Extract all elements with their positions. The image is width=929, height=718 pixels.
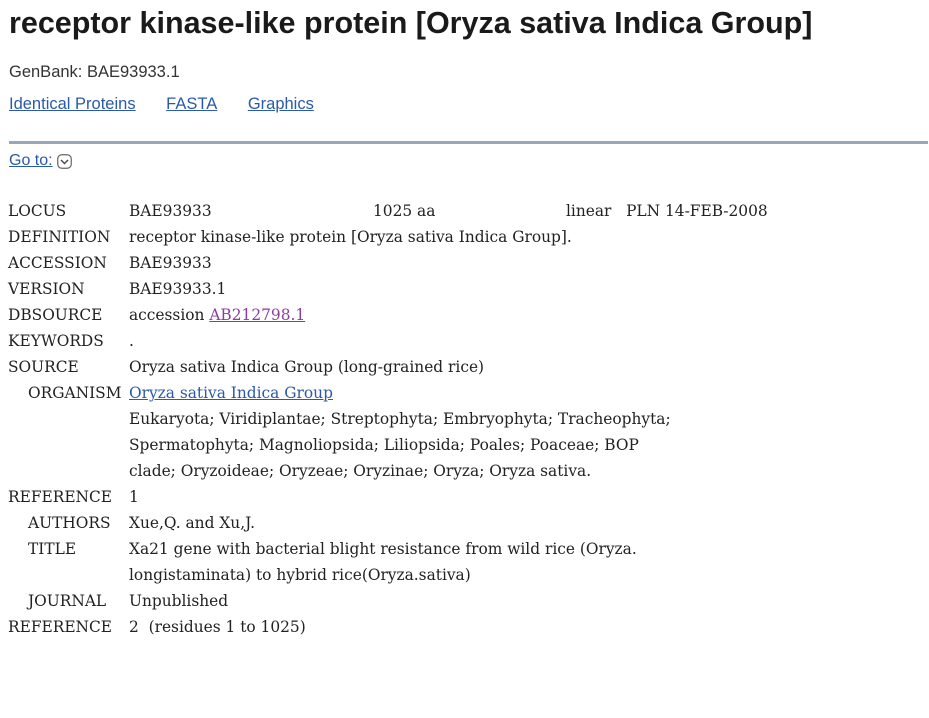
keywords-row: KEYWORDS . [8,328,134,354]
organism-link[interactable]: Oryza sativa Indica Group [129,384,333,402]
organism-row: ORGANISM Oryza sativa Indica Group [8,380,333,406]
title-key: TITLE [28,540,77,558]
version-key: VERSION [8,280,85,298]
reference-value: 2 (residues 1 to 1025) [129,618,306,636]
identical-proteins-link[interactable]: Identical Proteins [9,95,136,113]
title-continuation-row: longistaminata) to hybrid rice(Oryza.sat… [8,562,471,588]
page-title: receptor kinase-like protein [Oryza sati… [9,6,813,40]
accession-value: BAE93933 [129,254,212,272]
journal-key: JOURNAL [28,592,107,610]
source-row: SOURCE Oryza sativa Indica Group (long-g… [8,354,484,380]
definition-row: DEFINITION receptor kinase-like protein … [8,224,572,250]
genbank-record: LOCUS BAE93933 1025 aa linear PLN 14-FEB… [8,198,768,640]
reference-value: 1 [129,488,139,506]
reference-row: REFERENCE 1 [8,484,139,510]
lineage-line: clade; Oryzoideae; Oryzeae; Oryzinae; Or… [8,458,591,484]
goto-menu: Go to: [9,152,72,170]
title-row: TITLE Xa21 gene with bacterial blight re… [8,536,637,562]
version-row: VERSION BAE93933.1 [8,276,226,302]
graphics-link[interactable]: Graphics [248,95,314,113]
version-value: BAE93933.1 [129,280,227,298]
organism-key: ORGANISM [28,384,122,402]
dbsource-link[interactable]: AB212798.1 [209,306,305,324]
definition-key: DEFINITION [8,228,111,246]
lineage-text: Eukaryota; Viridiplantae; Streptophyta; … [129,410,671,428]
chevron-down-icon[interactable] [56,153,72,169]
dbsource-key: DBSOURCE [8,306,103,324]
locus-details: linear PLN 14-FEB-2008 [566,202,768,220]
locus-length: 1025 aa [373,202,436,220]
source-value: Oryza sativa Indica Group (long-grained … [129,358,485,376]
reference-key: REFERENCE [8,488,113,506]
reference-row: REFERENCE 2 (residues 1 to 1025) [8,614,306,640]
dbsource-row: DBSOURCE accession AB212798.1 [8,302,305,328]
journal-value: Unpublished [129,592,229,610]
dbsource-prefix: accession [129,306,210,324]
title-value: Xa21 gene with bacterial blight resistan… [129,540,637,558]
reference-key: REFERENCE [8,618,113,636]
authors-value: Xue,Q. and Xu,J. [129,514,255,532]
goto-link[interactable]: Go to: [9,152,53,170]
lineage-line: Spermatophyta; Magnoliopsida; Liliopsida… [8,432,639,458]
report-links: Identical Proteins FASTA Graphics [9,95,340,114]
locus-row: LOCUS BAE93933 1025 aa linear PLN 14-FEB… [8,198,768,224]
genbank-accession: GenBank: BAE93933.1 [9,63,180,81]
authors-key: AUTHORS [28,514,111,532]
accession-row: ACCESSION BAE93933 [8,250,212,276]
locus-key: LOCUS [8,202,67,220]
dbsource-value: accession AB212798.1 [129,302,305,328]
lineage-text: clade; Oryzoideae; Oryzeae; Oryzinae; Or… [129,462,592,480]
authors-row: AUTHORS Xue,Q. and Xu,J. [8,510,255,536]
section-divider [9,141,928,144]
source-key: SOURCE [8,358,79,376]
lineage-line: Eukaryota; Viridiplantae; Streptophyta; … [8,406,671,432]
lineage-text: Spermatophyta; Magnoliopsida; Liliopsida… [129,436,639,454]
fasta-link[interactable]: FASTA [166,95,217,113]
keywords-value: . [129,332,134,350]
accession-key: ACCESSION [8,254,107,272]
organism-value: Oryza sativa Indica Group [129,380,333,406]
locus-name: BAE93933 [129,202,212,220]
keywords-key: KEYWORDS [8,332,104,350]
title-value-continued: longistaminata) to hybrid rice(Oryza.sat… [129,566,471,584]
definition-value: receptor kinase-like protein [Oryza sati… [129,228,572,246]
journal-row: JOURNAL Unpublished [8,588,228,614]
